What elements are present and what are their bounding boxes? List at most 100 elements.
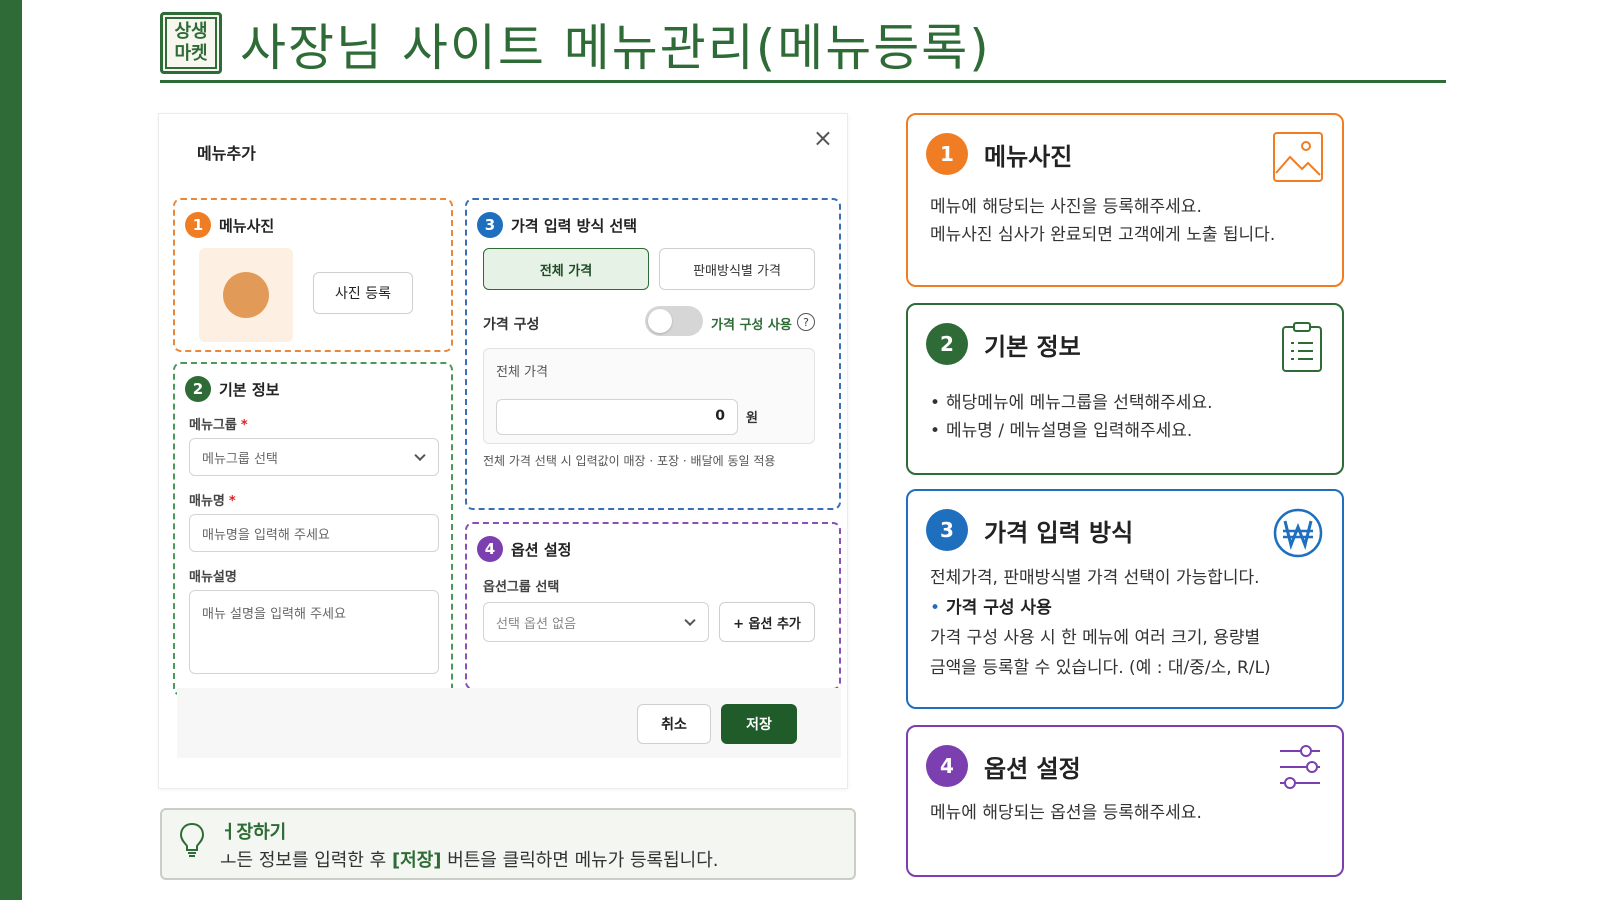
card-line: 메뉴사진 심사가 완료되면 고객에게 노출 됩니다. (930, 225, 1276, 245)
chevron-down-icon (414, 449, 426, 462)
card-line: 메뉴에 해당되는 사진을 등록해주세요. (930, 197, 1202, 217)
cancel-button[interactable]: 취소 (637, 704, 711, 744)
menu-name-input[interactable]: 매뉴명을 입력해 주세요 (189, 514, 439, 552)
clipboard-icon (1282, 322, 1322, 372)
section-price-method: 3 가격 입력 방식 선택 전체 가격 판매방식별 가격 가격 구성 가격 구성… (465, 198, 841, 510)
section-header: 1 메뉴사진 (185, 212, 274, 238)
card-bullet: • 가격 구성 사용 (930, 598, 1052, 618)
card-header: 4 옵션 설정 (926, 745, 1081, 787)
card-line: 메뉴명 / 메뉴설명을 입력해주세요. (946, 421, 1193, 441)
card-title: 메뉴사진 (984, 142, 1073, 171)
tab-price-by-method[interactable]: 판매방식별 가격 (659, 248, 815, 290)
option-group-select[interactable]: 선택 옵션 없음 (483, 602, 709, 642)
section-menu-photo: 1 메뉴사진 사진 등록 (173, 198, 453, 352)
page-title: 사장님 사이트 메뉴관리(메뉴등록) (240, 19, 991, 77)
image-icon (1273, 132, 1323, 182)
card-line: 메뉴에 해당되는 옵션을 등록해주세요. (930, 803, 1202, 823)
info-card-options: 4 옵션 설정 메뉴에 해당되는 옵션을 등록해주세요. (906, 725, 1344, 877)
step-number-badge: 4 (926, 745, 968, 787)
card-title: 옵션 설정 (984, 754, 1081, 783)
price-box-title: 전체 가격 (496, 365, 548, 380)
step-number-badge: 3 (477, 212, 503, 238)
chevron-down-icon (684, 614, 696, 627)
step-number-badge: 3 (926, 509, 968, 551)
menu-name-label: 매뉴명 * (189, 490, 236, 509)
card-header: 1 메뉴사진 (926, 133, 1072, 175)
section-header: 2 기본 정보 (185, 376, 279, 402)
logo: 상생 마켓 (160, 12, 222, 74)
menu-add-modal: 메뉴추가 × 1 메뉴사진 사진 등록 2 기본 정보 메뉴그룹 * 메뉴그룹 선… (158, 113, 848, 789)
tab-total-price[interactable]: 전체 가격 (483, 248, 649, 290)
card-header: 3 가격 입력 방식 (926, 509, 1133, 551)
price-config-toggle[interactable] (645, 306, 703, 336)
help-icon[interactable]: ? (797, 313, 815, 331)
photo-preview (199, 248, 293, 342)
logo-text-bottom: 마켓 (174, 43, 208, 64)
lightbulb-icon (179, 822, 205, 857)
section-title: 기본 정보 (219, 380, 280, 399)
toggle-label: 가격 구성 사용 (711, 318, 792, 333)
required-mark: * (240, 418, 248, 433)
card-line: 전체가격, 판매방식별 가격 선택이 가능합니다. (930, 568, 1260, 588)
card-line: 해당메뉴에 메뉴그룹을 선택해주세요. (946, 393, 1213, 413)
step-number-badge: 4 (477, 536, 503, 562)
label-text: 매뉴명 (189, 494, 225, 509)
card-line-bold: 가격 구성 사용 (946, 598, 1052, 618)
card-line: 금액을 등록할 수 있습니다. (예 : 대/중/소, R/L) (930, 658, 1271, 678)
section-options: 4 옵션 설정 옵션그룹 선택 선택 옵션 없음 + 옵션 추가 (465, 522, 841, 690)
menu-group-label: 메뉴그룹 * (189, 414, 248, 433)
step-number-badge: 1 (926, 133, 968, 175)
modal-title: 메뉴추가 (197, 144, 256, 163)
info-card-photo: 1 메뉴사진 메뉴에 해당되는 사진을 등록해주세요. 메뉴사진 심사가 완료되… (906, 113, 1344, 287)
section-title: 옵션 설정 (511, 540, 572, 559)
required-mark: * (228, 494, 236, 509)
tip-box: ㅓ장하기 ㅗ든 정보를 입력한 후 [저장] 버튼을 클릭하면 메뉴가 등록됩니… (160, 808, 856, 880)
menu-desc-label: 매뉴설명 (189, 570, 237, 585)
tip-title: ㅓ장하기 (220, 822, 287, 843)
label-text: 메뉴그룹 (189, 418, 237, 433)
menu-desc-textarea[interactable]: 매뉴 설명을 입력해 주세요 (189, 590, 439, 674)
tip-text-bold: [저장] (391, 850, 442, 871)
section-title: 가격 입력 방식 선택 (511, 216, 638, 235)
option-group-label: 옵션그룹 선택 (483, 580, 560, 595)
tip-text-part: ㅗ든 정보를 입력한 후 (220, 850, 392, 871)
card-header: 2 기본 정보 (926, 323, 1081, 365)
card-bullet: • 해당메뉴에 메뉴그룹을 선택해주세요. (930, 393, 1213, 413)
logo-text-top: 상생 (174, 21, 208, 42)
photo-placeholder-icon (223, 272, 269, 318)
card-body: 메뉴에 해당되는 사진을 등록해주세요. 메뉴사진 심사가 완료되면 고객에게 … (930, 193, 1275, 249)
section-header: 3 가격 입력 방식 선택 (477, 212, 637, 238)
card-title: 기본 정보 (984, 332, 1081, 361)
step-number-badge: 1 (185, 212, 211, 238)
tip-text: ㅗ든 정보를 입력한 후 [저장] 버튼을 클릭하면 메뉴가 등록됩니다. (220, 846, 719, 872)
step-number-badge: 2 (926, 323, 968, 365)
step-number-badge: 2 (185, 376, 211, 402)
section-header: 4 옵션 설정 (477, 536, 571, 562)
toggle-knob (648, 309, 672, 333)
card-bullet: • 메뉴명 / 메뉴설명을 입력해주세요. (930, 421, 1193, 441)
add-option-button[interactable]: + 옵션 추가 (719, 602, 815, 642)
price-input[interactable]: 0 (496, 399, 738, 435)
save-button[interactable]: 저장 (721, 704, 797, 744)
info-card-basic: 2 기본 정보 • 해당메뉴에 메뉴그룹을 선택해주세요. • 메뉴명 / 메뉴설명… (906, 303, 1344, 475)
tip-text-part: 버튼을 클릭하면 메뉴가 등록됩니다. (441, 850, 719, 871)
card-title: 가격 입력 방식 (984, 518, 1134, 547)
title-divider (160, 80, 1446, 83)
total-price-box: 전체 가격 0 원 (483, 348, 815, 444)
menu-group-select[interactable]: 메뉴그룹 선택 (189, 438, 439, 476)
card-body: 전체가격, 판매방식별 가격 선택이 가능합니다. • 가격 구성 사용 가격 구… (930, 563, 1271, 683)
photo-upload-button[interactable]: 사진 등록 (313, 272, 413, 314)
section-title: 메뉴사진 (219, 216, 275, 235)
select-value: 메뉴그룹 선택 (202, 451, 278, 467)
sliders-icon (1280, 745, 1320, 789)
currency-label: 원 (746, 411, 758, 426)
section-basic-info: 2 기본 정보 메뉴그룹 * 메뉴그룹 선택 매뉴명 * 매뉴명을 입력해 주세요 … (173, 362, 453, 696)
close-icon[interactable]: × (813, 124, 833, 152)
card-line: 가격 구성 사용 시 한 메뉴에 여러 크기, 용량별 (930, 628, 1261, 648)
price-note: 전체 가격 선택 시 입력값이 매장 · 포장 · 배달에 동일 적용 (483, 454, 776, 468)
card-body: • 해당메뉴에 메뉴그룹을 선택해주세요. • 메뉴명 / 메뉴설명을 입력해주세요… (930, 389, 1212, 445)
side-accent-bar (0, 0, 22, 900)
select-value: 선택 옵션 없음 (496, 616, 577, 632)
price-config-label: 가격 구성 (483, 317, 540, 333)
card-body: 메뉴에 해당되는 옵션을 등록해주세요. (930, 799, 1202, 827)
